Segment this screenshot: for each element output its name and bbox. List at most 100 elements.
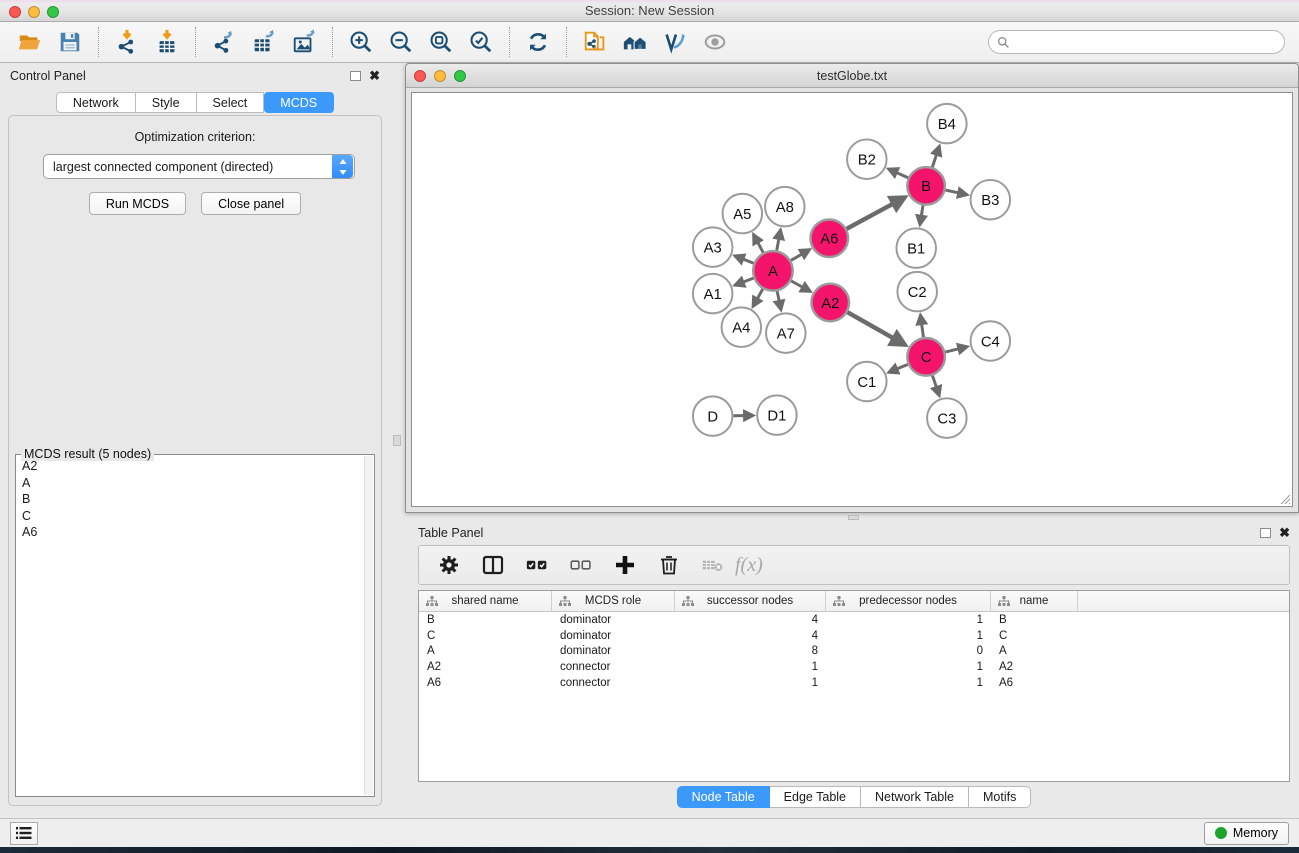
tab-network-table[interactable]: Network Table — [861, 786, 969, 808]
node-B4[interactable]: B4 — [927, 104, 967, 144]
deselect-all-button[interactable] — [563, 549, 599, 581]
zoom-fit-button[interactable] — [424, 26, 458, 58]
add-column-button[interactable] — [607, 549, 643, 581]
node-C3[interactable]: C3 — [927, 398, 967, 438]
edge-B-B3[interactable] — [945, 190, 967, 195]
edge-C-C2[interactable] — [920, 315, 923, 337]
column-header-shared-name[interactable]: shared name — [419, 591, 552, 611]
node-A2[interactable]: A2 — [811, 284, 849, 322]
first-neighbors-button[interactable] — [618, 26, 652, 58]
edge-A2-C[interactable] — [847, 312, 905, 345]
edge-A-A3[interactable] — [735, 256, 754, 263]
table-row[interactable]: Cdominator41C — [419, 628, 1289, 644]
horizontal-splitter[interactable] — [405, 513, 1299, 521]
edge-B-B4[interactable] — [932, 146, 939, 167]
tab-node-table[interactable]: Node Table — [677, 786, 770, 808]
minimize-network-button[interactable] — [434, 70, 446, 82]
import-table-button[interactable] — [150, 26, 184, 58]
node-C4[interactable]: C4 — [971, 321, 1011, 361]
column-header-name[interactable]: name — [991, 591, 1078, 611]
table-row[interactable]: A6connector11A6 — [419, 675, 1289, 691]
node-A3[interactable]: A3 — [693, 227, 733, 267]
node-A4[interactable]: A4 — [722, 307, 762, 347]
column-header-successor-nodes[interactable]: successor nodes — [675, 591, 826, 611]
zoom-selected-button[interactable] — [464, 26, 498, 58]
float-panel-icon[interactable] — [350, 71, 361, 81]
node-B2[interactable]: B2 — [847, 139, 887, 179]
mcds-result-scrollbar[interactable] — [364, 456, 373, 795]
criterion-dropdown[interactable]: largest connected component (directed) — [43, 154, 355, 179]
network-canvas[interactable]: AA6A2BCA5A8A3A1A4A7B2B4B3B1C2C4C1C3DD1 — [411, 92, 1293, 507]
run-mcds-button[interactable]: Run MCDS — [89, 192, 186, 215]
task-history-button[interactable] — [10, 822, 38, 845]
node-C[interactable]: C — [907, 338, 945, 376]
node-A1[interactable]: A1 — [693, 274, 733, 314]
node-A8[interactable]: A8 — [765, 187, 805, 227]
mcds-result-item[interactable]: A — [20, 475, 363, 492]
float-panel-icon[interactable] — [1260, 528, 1271, 538]
close-panel-icon[interactable]: ✖ — [369, 71, 380, 81]
search-input[interactable] — [1010, 35, 1276, 49]
edge-C-C4[interactable] — [945, 347, 967, 352]
zoom-window-button[interactable] — [47, 6, 59, 18]
close-panel-icon[interactable]: ✖ — [1279, 528, 1290, 538]
mcds-result-item[interactable]: A2 — [20, 458, 363, 475]
memory-button[interactable]: Memory — [1204, 822, 1289, 845]
edge-A-A1[interactable] — [735, 278, 754, 285]
tab-select[interactable]: Select — [197, 92, 265, 113]
edge-A-A6[interactable] — [791, 250, 810, 261]
network-graph[interactable]: AA6A2BCA5A8A3A1A4A7B2B4B3B1C2C4C1C3DD1 — [412, 93, 1292, 506]
duplicate-network-button[interactable] — [578, 26, 612, 58]
splitter-handle[interactable] — [393, 435, 401, 446]
save-session-button[interactable] — [53, 26, 87, 58]
edge-C-C1[interactable] — [889, 364, 908, 372]
node-A7[interactable]: A7 — [766, 313, 806, 353]
mcds-result-item[interactable]: C — [20, 508, 363, 525]
edge-A6-B[interactable] — [847, 197, 905, 228]
zoom-out-button[interactable] — [384, 26, 418, 58]
export-table-button[interactable] — [247, 26, 281, 58]
node-D1[interactable]: D1 — [757, 395, 797, 435]
tab-motifs[interactable]: Motifs — [969, 786, 1031, 808]
zoom-in-button[interactable] — [344, 26, 378, 58]
table-settings-button[interactable] — [431, 549, 467, 581]
open-file-button[interactable] — [13, 26, 47, 58]
node-table[interactable]: shared nameMCDS rolesuccessor nodesprede… — [418, 590, 1290, 782]
refresh-button[interactable] — [521, 26, 555, 58]
edge-B-B2[interactable] — [888, 169, 908, 178]
select-all-button[interactable] — [519, 549, 555, 581]
delete-button[interactable] — [651, 549, 687, 581]
tab-style[interactable]: Style — [136, 92, 197, 113]
splitter-handle[interactable] — [848, 515, 859, 520]
edge-A-A2[interactable] — [791, 281, 810, 292]
search-field[interactable] — [988, 30, 1285, 54]
edge-B-B1[interactable] — [920, 205, 923, 224]
close-panel-button[interactable]: Close panel — [201, 192, 301, 215]
edge-A-A7[interactable] — [777, 291, 781, 310]
vertical-splitter[interactable] — [390, 63, 405, 818]
column-header-predecessor-nodes[interactable]: predecessor nodes — [826, 591, 991, 611]
annotation-button[interactable] — [658, 26, 692, 58]
toggle-panel-button[interactable] — [475, 549, 511, 581]
export-image-button[interactable] — [287, 26, 321, 58]
edge-A-A4[interactable] — [753, 289, 763, 307]
close-window-button[interactable] — [9, 6, 21, 18]
node-B3[interactable]: B3 — [971, 180, 1011, 220]
zoom-network-button[interactable] — [454, 70, 466, 82]
tab-network[interactable]: Network — [56, 92, 136, 113]
import-network-button[interactable] — [110, 26, 144, 58]
edge-A-A8[interactable] — [777, 230, 781, 250]
table-row[interactable]: Bdominator41B — [419, 612, 1289, 628]
resize-grip-icon[interactable] — [1278, 492, 1291, 505]
node-B1[interactable]: B1 — [896, 228, 936, 268]
edge-C-C3[interactable] — [932, 376, 939, 396]
node-D[interactable]: D — [693, 396, 733, 436]
column-header-MCDS-role[interactable]: MCDS role — [552, 591, 675, 611]
node-A[interactable]: A — [753, 251, 793, 291]
export-network-button[interactable] — [207, 26, 241, 58]
tab-edge-table[interactable]: Edge Table — [770, 786, 861, 808]
node-C2[interactable]: C2 — [897, 272, 937, 312]
close-network-button[interactable] — [414, 70, 426, 82]
mcds-result-item[interactable]: A6 — [20, 524, 363, 541]
node-B[interactable]: B — [907, 167, 945, 205]
